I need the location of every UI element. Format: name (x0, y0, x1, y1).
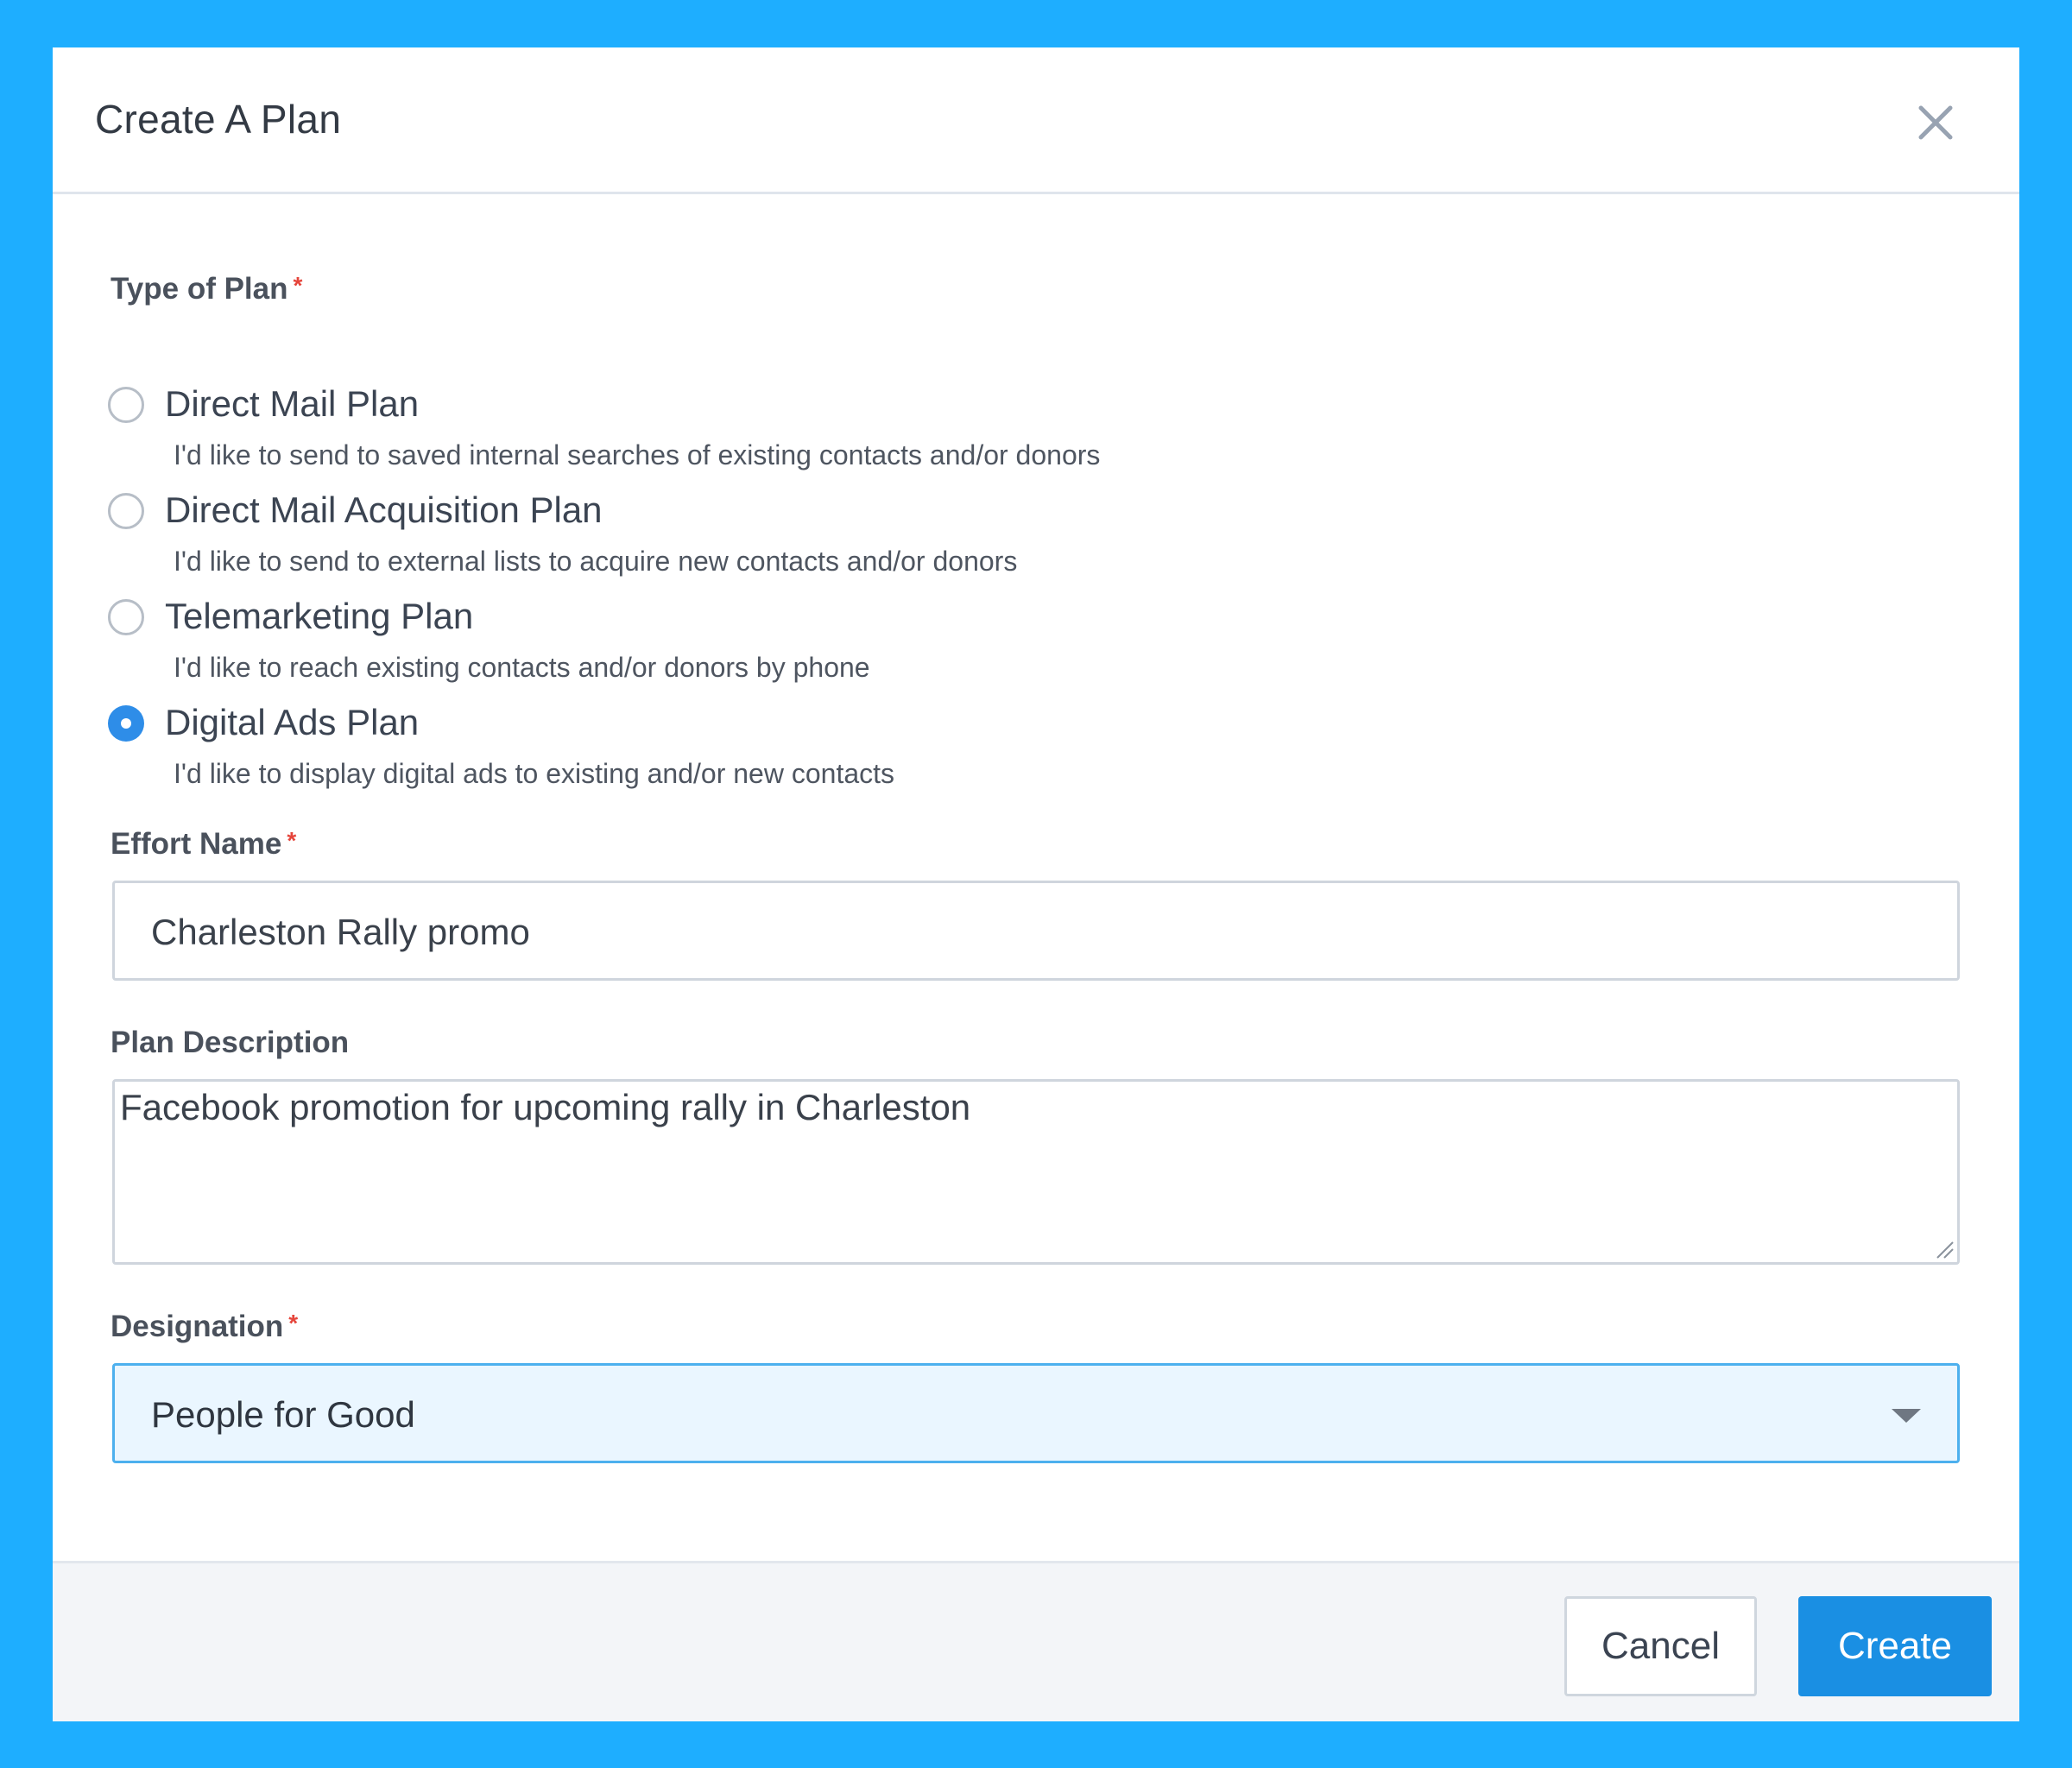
required-mark: * (287, 827, 297, 854)
effort-name-value: Charleston Rally promo (151, 912, 530, 952)
required-mark: * (288, 1310, 299, 1336)
plan-description-value: Facebook promotion for upcoming rally in… (120, 1087, 971, 1127)
radio-button[interactable] (108, 599, 144, 635)
radio-button-checked[interactable] (108, 705, 144, 742)
plan-description-textarea[interactable]: Facebook promotion for upcoming rally in… (112, 1079, 1960, 1265)
chevron-down-icon (1892, 1409, 1921, 1423)
required-mark: * (293, 272, 303, 299)
radio-label: Digital Ads Plan (165, 702, 420, 742)
effort-name-input[interactable]: Charleston Rally promo (112, 881, 1960, 981)
radio-label: Direct Mail Plan (165, 383, 420, 424)
plan-type-label: Type of Plan * (111, 272, 302, 306)
radio-description: I'd like to display digital ads to exist… (174, 758, 895, 789)
designation-label-text: Designation (111, 1310, 284, 1343)
radio-description: I'd like to reach existing contacts and/… (174, 652, 870, 683)
close-button[interactable] (1914, 101, 1957, 144)
plan-type-label-text: Type of Plan (111, 272, 288, 306)
designation-label: Designation * (111, 1310, 298, 1344)
modal-header: Create A Plan (53, 47, 2019, 194)
radio-description: I'd like to send to external lists to ac… (174, 546, 1018, 577)
create-button[interactable]: Create (1798, 1596, 1992, 1696)
modal-footer: Cancel Create (53, 1561, 2019, 1721)
radio-label: Direct Mail Acquisition Plan (165, 489, 603, 530)
radio-label: Telemarketing Plan (165, 596, 474, 636)
radio-button[interactable] (108, 493, 144, 529)
cancel-button[interactable]: Cancel (1564, 1596, 1757, 1696)
resize-handle-icon[interactable] (1932, 1237, 1955, 1260)
effort-name-label-text: Effort Name (111, 827, 282, 861)
radio-button[interactable] (108, 387, 144, 423)
close-icon (1918, 105, 1953, 140)
designation-selected-value: People for Good (151, 1394, 415, 1435)
radio-description: I'd like to send to saved internal searc… (174, 439, 1101, 470)
effort-name-label: Effort Name * (111, 827, 296, 862)
designation-select[interactable]: People for Good (112, 1363, 1960, 1463)
modal-title: Create A Plan (95, 97, 342, 142)
create-plan-modal: Create A Plan Type of Plan * Direct Mail … (53, 47, 2019, 1721)
plan-description-label: Plan Description (111, 1026, 350, 1059)
